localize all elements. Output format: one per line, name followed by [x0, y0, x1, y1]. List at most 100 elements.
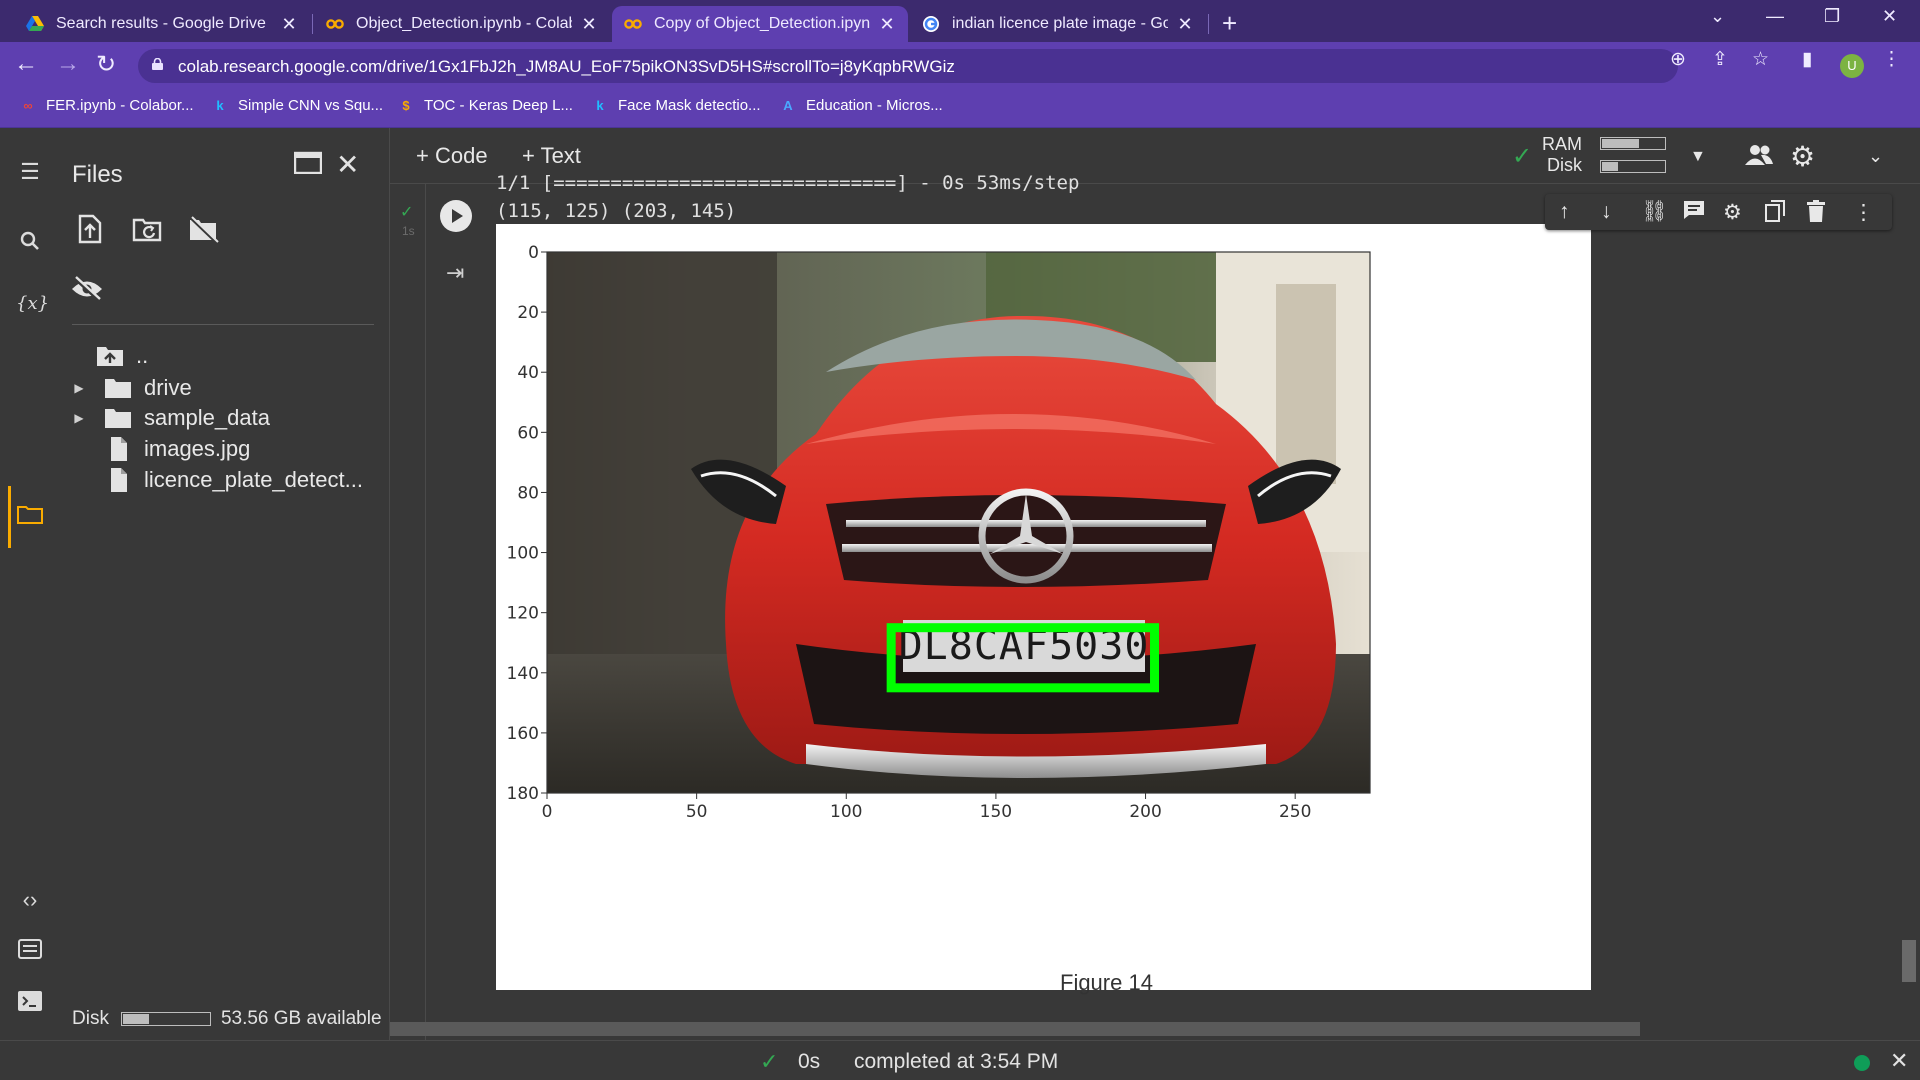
run-cell-button[interactable] — [440, 200, 472, 232]
active-indicator — [8, 486, 11, 548]
files-panel: Files ✕ .. ▶ drive ▶ sample_data images.… — [58, 128, 390, 1040]
add-code-button[interactable]: + Code — [416, 143, 488, 169]
close-tab-icon[interactable]: ✕ — [878, 14, 896, 35]
drive-icon — [26, 15, 44, 33]
file-icon — [111, 437, 127, 461]
back-arrow-icon[interactable]: ← — [14, 50, 38, 78]
figure-output: DL8CAF5030 0 50 100 150 200 250 0 20 40 60 80 100 1… — [496, 224, 1591, 990]
bookmark-fer[interactable]: ∞ FER.ipynb - Colabor... — [20, 97, 193, 114]
tab-search-chevron-icon[interactable]: ⌄ — [1710, 6, 1725, 27]
bookmark-education[interactable]: A Education - Micros... — [780, 97, 943, 114]
bookmark-toc-keras[interactable]: $ TOC - Keras Deep L... — [398, 97, 573, 114]
tab-licence-plate-search[interactable]: indian licence plate image - Goo ✕ — [910, 6, 1206, 42]
output-actions-icon[interactable]: ⇥ — [446, 260, 464, 286]
open-in-tab-icon[interactable] — [293, 150, 323, 181]
y-axis-ticks: 0 20 40 60 80 100 120 140 160 180 — [507, 243, 547, 804]
tab-title: Copy of Object_Detection.ipynb — [654, 15, 870, 32]
kaggle-icon: k — [216, 97, 224, 113]
unmount-drive-icon[interactable] — [188, 216, 220, 251]
move-up-arrow-icon[interactable]: ↑ — [1559, 200, 1570, 224]
tab-title: indian licence plate image - Goo — [952, 15, 1168, 32]
colab-icon — [624, 15, 642, 33]
code-snippets-icon[interactable]: ‹› — [16, 886, 44, 914]
x-tick-label: 50 — [686, 802, 708, 822]
tree-item-drive[interactable]: ▶ drive — [58, 373, 192, 403]
resource-labels[interactable]: RAM Disk — [1542, 134, 1582, 176]
share-icon[interactable]: ⇪ — [1712, 48, 1728, 71]
menu-dots-icon[interactable]: ⋮ — [1882, 48, 1901, 71]
terminal-icon[interactable] — [16, 990, 44, 1018]
restore-icon[interactable]: ❐ — [1824, 6, 1840, 27]
tab-google-drive[interactable]: Search results - Google Drive ✕ — [14, 6, 310, 42]
x-tick-label: 150 — [980, 802, 1012, 822]
move-down-arrow-icon[interactable]: ↓ — [1601, 200, 1612, 224]
disk-usage: Disk 53.56 GB available — [72, 1008, 382, 1030]
close-tab-icon[interactable]: ✕ — [280, 14, 298, 35]
close-tab-icon[interactable]: ✕ — [580, 14, 598, 35]
delete-trash-icon[interactable] — [1807, 200, 1825, 228]
mirror-cell-icon[interactable] — [1765, 200, 1785, 228]
hide-files-icon[interactable] — [70, 276, 104, 309]
cell-settings-gear-icon[interactable]: ⚙ — [1723, 200, 1742, 225]
add-text-button[interactable]: + Text — [522, 143, 581, 169]
folder-icon — [105, 379, 131, 398]
tab-separator — [312, 14, 313, 34]
bookmark-label: TOC - Keras Deep L... — [424, 97, 573, 114]
folder-icon[interactable] — [16, 503, 44, 531]
table-of-contents-icon[interactable]: ☰ — [16, 158, 44, 186]
search-icon[interactable] — [16, 230, 44, 258]
tree-item-licence-plate-file[interactable]: licence_plate_detect... — [58, 465, 363, 495]
close-status-icon[interactable]: ✕ — [1890, 1048, 1908, 1074]
y-tick-label: 60 — [517, 423, 539, 443]
browser-tab-bar: Search results - Google Drive ✕ Object_D… — [0, 0, 1920, 42]
ram-label: RAM — [1542, 134, 1582, 154]
refresh-folder-icon[interactable] — [132, 216, 164, 251]
tree-item-parent[interactable]: .. — [96, 341, 148, 371]
expand-caret-icon[interactable]: ▶ — [72, 381, 86, 395]
reload-icon[interactable]: ↻ — [96, 50, 116, 79]
tree-item-label: drive — [144, 375, 192, 400]
y-tick-label: 160 — [507, 724, 539, 744]
variables-icon[interactable]: {x} — [16, 290, 49, 318]
new-tab-button[interactable]: + — [1222, 8, 1237, 39]
vertical-scrollbar[interactable] — [1902, 940, 1916, 982]
file-icon — [111, 468, 127, 492]
tab-object-detection[interactable]: Object_Detection.ipynb - Colabor ✕ — [314, 6, 610, 42]
y-tick-label: 180 — [507, 784, 539, 804]
upload-file-icon[interactable] — [78, 214, 102, 251]
url-input[interactable]: colab.research.google.com/drive/1Gx1FbJ2… — [138, 49, 1678, 83]
bookmark-face-mask[interactable]: k Face Mask detectio... — [592, 97, 760, 114]
bookmark-star-icon[interactable]: ☆ — [1752, 48, 1769, 71]
expand-caret-icon[interactable]: ▶ — [72, 411, 86, 425]
profile-avatar[interactable]: U — [1840, 54, 1864, 78]
forward-arrow-icon[interactable]: → — [56, 50, 80, 78]
horizontal-scrollbar[interactable] — [390, 1022, 1640, 1036]
tab-copy-object-detection[interactable]: Copy of Object_Detection.ipynb ✕ — [612, 6, 908, 42]
tree-item-images-jpg[interactable]: images.jpg — [58, 434, 250, 464]
collapse-chevron-icon[interactable]: ⌄ — [1868, 146, 1883, 167]
tab-separator — [1208, 14, 1209, 34]
cell-gutter: ✓ 1s — [390, 184, 426, 1040]
comment-icon[interactable] — [1683, 200, 1705, 226]
resources-dropdown-icon[interactable]: ▼ — [1690, 148, 1706, 166]
x-axis-ticks: 0 50 100 150 200 250 — [542, 793, 1311, 822]
more-options-icon[interactable]: ⋮ — [1853, 200, 1874, 225]
run-success-check-icon: ✓ — [400, 204, 414, 221]
share-people-icon[interactable] — [1744, 144, 1774, 173]
settings-gear-icon[interactable]: ⚙ — [1790, 140, 1815, 173]
tree-item-sample-data[interactable]: ▶ sample_data — [58, 403, 270, 433]
url-text: colab.research.google.com/drive/1Gx1FbJ2… — [178, 57, 955, 76]
link-icon[interactable]: ⛓ — [1641, 200, 1668, 224]
disk-label: Disk — [72, 1008, 109, 1029]
side-panel-icon[interactable]: ▮ — [1802, 48, 1812, 71]
disk-available: 53.56 GB available — [220, 1008, 382, 1029]
close-tab-icon[interactable]: ✕ — [1176, 14, 1194, 35]
minimize-icon[interactable]: — — [1766, 6, 1784, 27]
divider — [72, 324, 374, 325]
zoom-icon[interactable]: ⊕ — [1670, 48, 1686, 71]
close-panel-icon[interactable]: ✕ — [336, 148, 359, 181]
command-palette-icon[interactable] — [16, 938, 44, 966]
bookmark-label: Education - Micros... — [806, 97, 943, 114]
bookmark-simple-cnn[interactable]: k Simple CNN vs Squ... — [212, 97, 383, 114]
close-window-icon[interactable]: ✕ — [1882, 6, 1897, 27]
